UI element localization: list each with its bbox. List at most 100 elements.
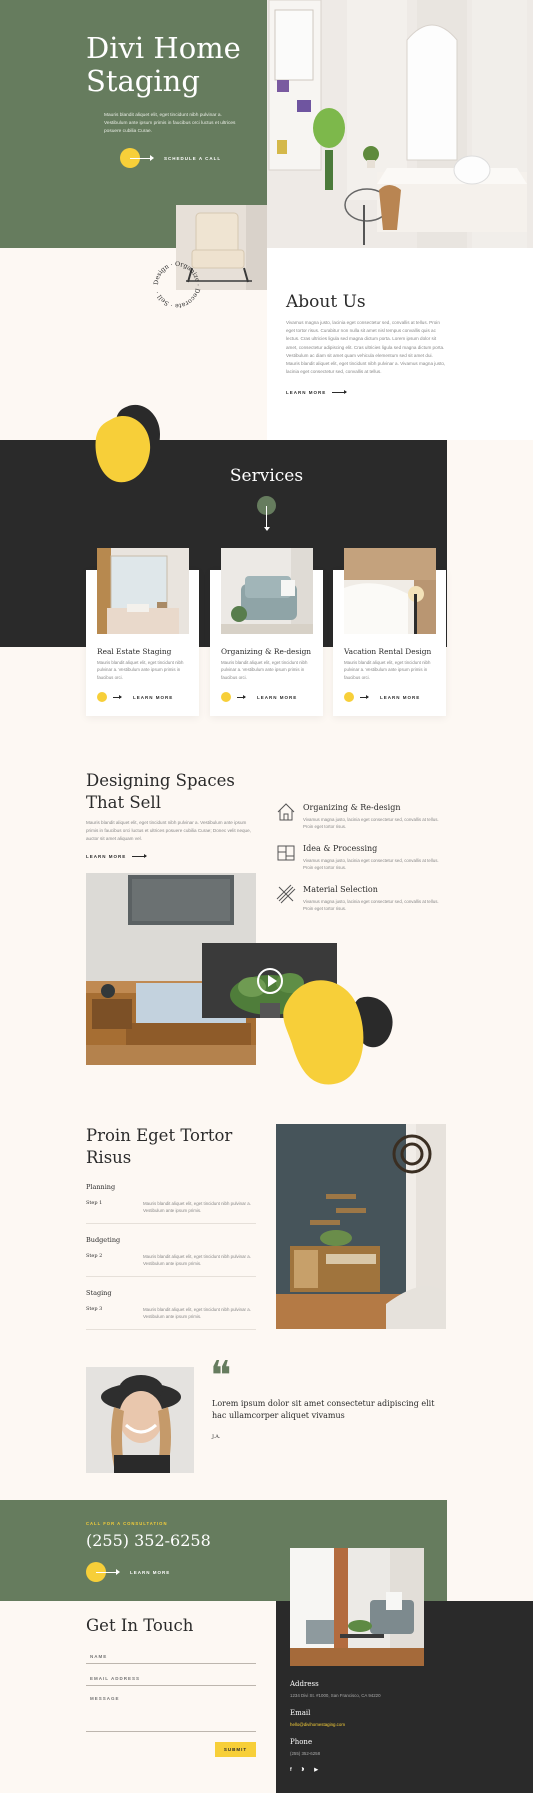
blueprint-icon [277, 845, 295, 861]
feature-1-title: Organizing & Re-design [303, 803, 401, 812]
badge-text: Design · Organize · Decorate · Sell · [153, 261, 201, 309]
feature-3-body: Vivamus magna justo, lacinia eget consec… [303, 899, 439, 912]
process-group-2: Budgeting Step 2 Mauris blandit aliquet … [86, 1236, 256, 1277]
ruler-pencil-icon [276, 884, 296, 904]
message-textarea[interactable] [86, 1694, 256, 1732]
consultation-learn-more-label: LEARN MORE [130, 1569, 171, 1575]
service-card-1-learn-more[interactable]: LEARN MORE [97, 692, 173, 702]
process-title-line2: Risus [86, 1148, 132, 1167]
process-step-body: Mauris blandit aliquet elit, eget tincid… [143, 1307, 251, 1320]
service-photo-2 [221, 548, 313, 634]
service-card-2-learn-more-label: LEARN MORE [257, 694, 298, 700]
designing-blob [278, 968, 398, 1088]
service-photo-1 [97, 548, 189, 634]
feature-2-body: Vivamus magna justo, lacinia eget consec… [303, 858, 439, 871]
arrow-right-icon [132, 854, 148, 858]
schedule-call-label: SCHEDULE A CALL [164, 155, 222, 161]
process-title: Proin Eget Tortor Risus [86, 1125, 232, 1169]
process-step: Step 3 [86, 1306, 103, 1312]
contact-form [86, 1645, 256, 1737]
hero-title: Divi Home Staging [86, 32, 256, 98]
living-room-photo [276, 1124, 446, 1329]
rotating-badge: Design · Organize · Decorate · Sell · [150, 258, 204, 312]
service-card-3-learn-more-label: LEARN MORE [380, 694, 421, 700]
process-heading: Planning [86, 1183, 116, 1191]
link-dot [221, 692, 231, 702]
feature-item-3: Material Selection Vivamus magna justo, … [276, 884, 446, 924]
email-label: Email [290, 1709, 311, 1717]
service-card-1-body: Mauris blandit aliquet elit, eget tincid… [97, 660, 184, 680]
name-input[interactable] [86, 1650, 256, 1664]
about-learn-more-label: LEARN MORE [286, 390, 327, 395]
phone-label: Phone [290, 1738, 313, 1746]
consultation-phone: (255) 352-6258 [86, 1531, 211, 1550]
feature-1-body: Vivamus magna justo, lacinia eget consec… [303, 817, 439, 830]
service-card-1-learn-more-label: LEARN MORE [133, 694, 174, 700]
submit-button[interactable]: SUBMIT [215, 1742, 256, 1757]
quote-icon: ❝ [210, 1353, 232, 1399]
process-step: Step 2 [86, 1253, 103, 1259]
service-photo-3 [344, 548, 436, 634]
designing-learn-more-link[interactable]: LEARN MORE [86, 854, 148, 859]
process-heading: Budgeting [86, 1236, 121, 1244]
about-title: About Us [286, 292, 366, 312]
testimonial-author: J.A. [212, 1434, 221, 1440]
contact-title: Get In Touch [86, 1616, 194, 1635]
link-dot [97, 692, 107, 702]
divider [86, 1328, 256, 1330]
service-card-3-learn-more[interactable]: LEARN MORE [344, 692, 420, 702]
service-card-2-learn-more[interactable]: LEARN MORE [221, 692, 297, 702]
about-learn-more-link[interactable]: LEARN MORE [286, 390, 348, 395]
arrow-right-icon [237, 694, 246, 699]
hero-title-line1: Divi Home [86, 31, 241, 65]
testimonial-quote: Lorem ipsum dolor sit amet consectetur a… [212, 1399, 435, 1420]
designing-learn-more-label: LEARN MORE [86, 854, 127, 859]
cta-dot [86, 1562, 120, 1582]
process-step: Step 1 [86, 1200, 103, 1206]
arrow-right-icon [332, 390, 348, 394]
link-dot [344, 692, 354, 702]
phone-value: (255) 352-6258 [290, 1751, 321, 1756]
designing-title: Designing Spaces That Sell [86, 770, 235, 814]
facebook-icon[interactable]: f [290, 1767, 292, 1773]
service-card-3-title: Vacation Rental Design [344, 647, 432, 656]
consultation-learn-more[interactable]: LEARN MORE [86, 1562, 170, 1582]
youtube-icon[interactable]: ▶ [314, 1767, 318, 1773]
play-icon [268, 975, 277, 987]
service-card-1-title: Real Estate Staging [97, 647, 172, 656]
services-scroll-down-button[interactable] [257, 496, 276, 536]
designing-body: Mauris blandit aliquet elit, eget tincid… [86, 820, 251, 841]
address-value: 1234 Divi St. #1000, San Francisco, CA 9… [290, 1693, 381, 1698]
contact-room-photo [290, 1548, 424, 1666]
process-step-body: Mauris blandit aliquet elit, eget tincid… [143, 1201, 251, 1214]
twitter-icon[interactable]: 𝖉 [302, 1767, 305, 1773]
service-card-2-body: Mauris blandit aliquet elit, eget tincid… [221, 660, 308, 680]
svg-text:Design · Organize · Decorate ·: Design · Organize · Decorate · Sell · [153, 261, 201, 309]
process-group-1: Planning Step 1 Mauris blandit aliquet e… [86, 1183, 256, 1224]
arrow-right-icon [360, 694, 369, 699]
hero-body: Mauris blandit aliquet elit, eget tincid… [104, 113, 236, 134]
email-link[interactable]: hello@divihomestaging.com [290, 1722, 345, 1727]
address-label: Address [290, 1680, 319, 1688]
divider [86, 1275, 256, 1277]
services-title: Services [229, 466, 304, 486]
hero-title-line2: Staging [86, 64, 200, 98]
cta-dot [120, 148, 154, 168]
feature-item-2: Idea & Processing Vivamus magna justo, l… [276, 843, 446, 883]
testimonial-portrait [86, 1367, 194, 1473]
process-title-line1: Proin Eget Tortor [86, 1126, 233, 1145]
feature-3-title: Material Selection [303, 885, 378, 894]
arrow-right-icon [113, 694, 122, 699]
designing-title-line2: That Sell [86, 793, 161, 812]
consultation-eyebrow: CALL FOR A CONSULTATION [86, 1521, 168, 1526]
process-group-3: Staging Step 3 Mauris blandit aliquet el… [86, 1289, 256, 1330]
service-card-2-title: Organizing & Re-design [221, 647, 312, 656]
feature-item-1: Organizing & Re-design Vivamus magna jus… [276, 802, 446, 842]
house-icon [277, 803, 295, 821]
service-card-3-body: Mauris blandit aliquet elit, eget tincid… [344, 660, 431, 680]
feature-2-title: Idea & Processing [303, 844, 378, 853]
email-input[interactable] [86, 1672, 256, 1686]
about-body: Vivamus magna justo, lacinia eget consec… [286, 320, 446, 375]
process-step-body: Mauris blandit aliquet elit, eget tincid… [143, 1254, 251, 1267]
schedule-call-button[interactable]: SCHEDULE A CALL [120, 148, 221, 168]
